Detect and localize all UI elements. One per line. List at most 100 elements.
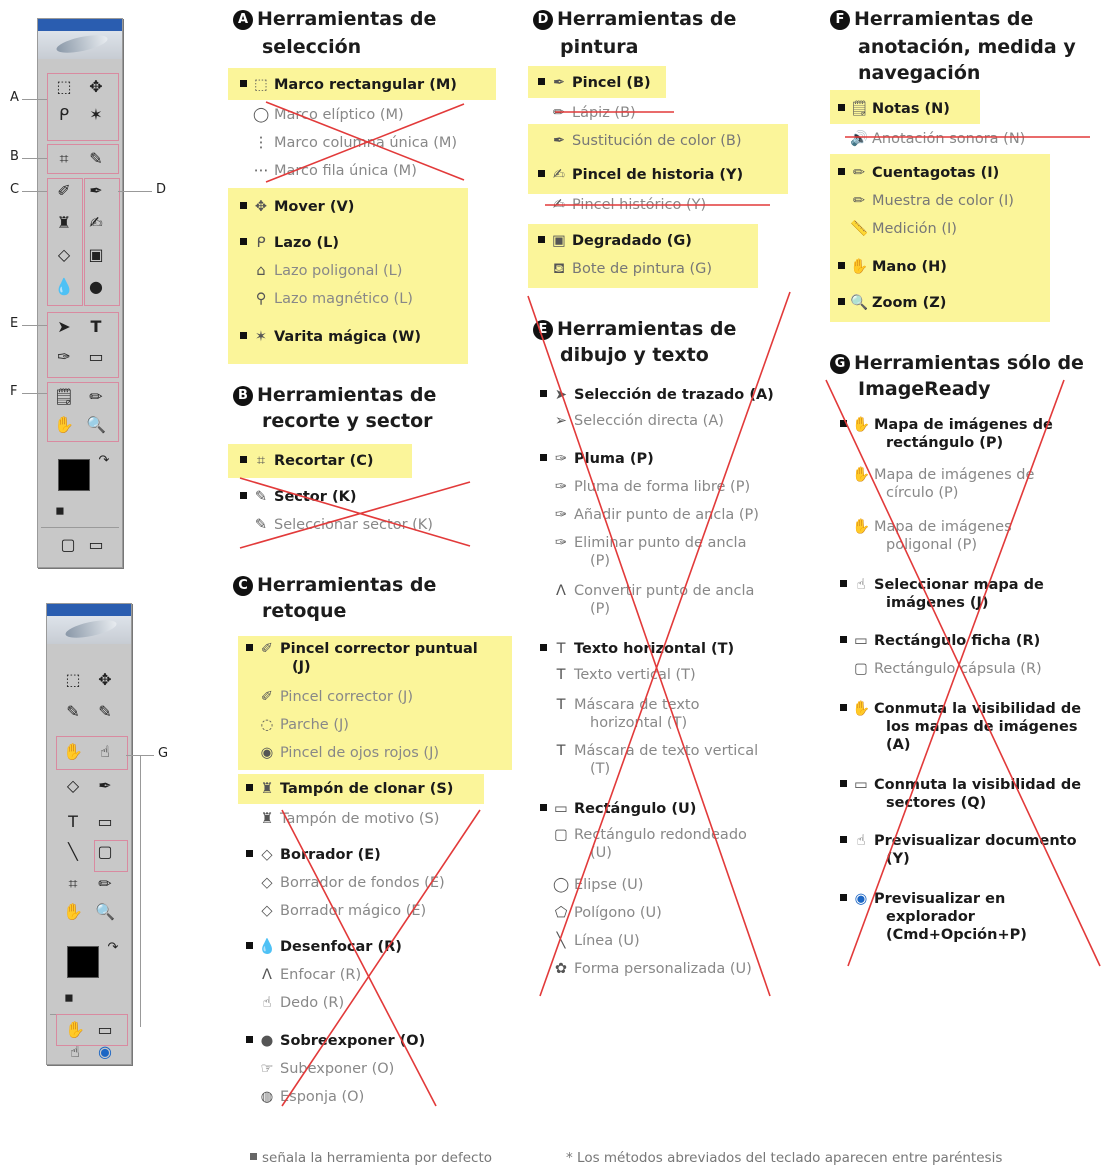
swap-colors-icon[interactable]: ↷ [90,449,118,473]
item-muestra-color[interactable]: ✏ Muestra de color (I) [838,192,1014,210]
item-sector[interactable]: ✎ Sector (K) [240,488,356,506]
item-tampon-clonar[interactable]: ♜ Tampón de clonar (S) [246,780,453,798]
item-ojos-rojos[interactable]: ◉ Pincel de ojos rojos (J) [246,744,439,762]
default-colors-icon-2[interactable]: ◼ [55,986,83,1010]
rectangle-tool-icon-2[interactable]: ▭ [91,810,119,834]
item-rectangulo[interactable]: ▭ Rectángulo (U) [540,800,696,818]
item-pluma[interactable]: ✑ Pluma (P) [540,450,654,468]
brush-tool-icon-2[interactable]: ✒ [91,774,119,798]
item-texto-horizontal[interactable]: T Texto horizontal (T) [540,640,734,658]
standard-mode-icon[interactable]: ▢ [54,533,82,557]
item-notas[interactable]: 🗒 Notas (N) [838,100,950,118]
item-lazo[interactable]: ᑭ Lazo (L) [240,234,339,252]
item-seleccionar-sector[interactable]: ✎ Seleccionar sector (K) [240,516,433,534]
badge-d: D [533,10,553,30]
item-marco-rectangular[interactable]: ⬚ Marco rectangular (M) [240,76,457,94]
item-borrador[interactable]: ◇ Borrador (E) [246,846,381,864]
type-tool-icon-2[interactable]: T [59,810,87,834]
heading-f-3: navegación [858,62,981,84]
line-tool-icon-2[interactable]: ╲ [59,840,87,864]
pill-rectangle-icon: ▢ [854,661,868,677]
default-bullet [838,298,845,305]
item-rectangulo-redondeado[interactable]: ▢ Rectángulo redondeado [540,826,747,844]
item-mapa-circulo[interactable]: ✋ Mapa de imágenes de [840,466,1034,484]
swap-colors-icon-2[interactable]: ↷ [99,936,127,960]
item-eliminar-punto[interactable]: ✑ Eliminar punto de ancla [540,534,747,552]
default-bullet [246,942,253,949]
item-convertir-punto[interactable]: ᐱ Convertir punto de ancla [540,582,754,600]
heading-c-line1: Herramientas de [257,574,437,596]
item-parche[interactable]: ◌ Parche (J) [246,716,349,734]
item-pincel-historia[interactable]: ✍ Pincel de historia (Y) [538,166,743,184]
item-desenfocar[interactable]: 💧 Desenfocar (R) [246,938,402,956]
item-marco-columna[interactable]: ⋮ Marco columna única (M) [240,134,457,152]
item-anotacion-sonora[interactable]: 🔊 Anotación sonora (N) [838,130,1025,148]
item-forma-personalizada[interactable]: ✿ Forma personalizada (U) [540,960,752,978]
item-texto-vertical[interactable]: T Texto vertical (T) [540,666,696,684]
item-recortar[interactable]: ⌗ Recortar (C) [240,452,374,470]
heading-g-line1: Herramientas sólo de [854,352,1084,374]
item-mapa-poligonal[interactable]: ✋ Mapa de imágenes [840,518,1012,536]
item-rectangulo-ficha[interactable]: ▭ Rectángulo ficha (R) [840,632,1040,650]
item-conmuta-sectores[interactable]: ▭ Conmuta la visibilidad de [840,776,1081,794]
item-pincel-corrector-puntual[interactable]: ✐ Pincel corrector puntual [246,640,478,658]
item-seleccion-trazado[interactable]: ➤ Selección de trazado (A) [540,386,774,404]
item-bote-pintura[interactable]: ⛾ Bote de pintura (G) [538,260,712,278]
item-lapiz[interactable]: ✏ Lápiz (B) [538,104,636,122]
item-lazo-poligonal[interactable]: ⌂ Lazo poligonal (L) [240,262,402,280]
item-medicion[interactable]: 📏 Medición (I) [838,220,957,238]
quick-mask-mode-icon[interactable]: ▭ [82,533,110,557]
item-pluma-forma-libre[interactable]: ✑ Pluma de forma libre (P) [540,478,750,496]
item-anadir-punto[interactable]: ✑ Añadir punto de ancla (P) [540,506,759,524]
item-previsualizar-explorador[interactable]: ◉ Previsualizar en [840,890,1005,908]
rect-image-map-icon: ✋ [852,417,871,433]
item-pincel-corrector[interactable]: ✐ Pincel corrector (J) [246,688,413,706]
item-lazo-magnetico[interactable]: ⚲ Lazo magnético (L) [240,290,413,308]
item-marco-fila[interactable]: ⋯ Marco fila única (M) [240,162,417,180]
item-poligono[interactable]: ⬠ Polígono (U) [540,904,662,922]
item-previsualizar-documento[interactable]: ☝ Previsualizar documento [840,832,1077,850]
hand-tool-icon-2[interactable]: ✋ [59,900,87,924]
item-subexponer[interactable]: ☞ Subexponer (O) [246,1060,395,1078]
item-conmuta-mapas[interactable]: ✋ Conmuta la visibilidad de [840,700,1081,718]
eraser-tool-icon-2[interactable]: ◇ [59,774,87,798]
leader-line-f [22,393,47,394]
item-mascara-texto-horizontal[interactable]: T Máscara de texto [540,696,700,714]
item-cuentagotas[interactable]: ✏ Cuentagotas (I) [838,164,999,182]
item-linea[interactable]: ╲ Línea (U) [540,932,640,950]
move-tool-icon-2[interactable]: ✥ [91,668,119,692]
item-sobreexponer[interactable]: ● Sobreexponer (O) [246,1032,425,1050]
item-dedo[interactable]: ☝ Dedo (R) [246,994,345,1012]
item-mano[interactable]: ✋ Mano (H) [838,258,947,276]
item-borrador-fondos[interactable]: ◇ Borrador de fondos (E) [246,874,444,892]
item-rectangulo-capsula[interactable]: ▢ Rectángulo cápsula (R) [840,660,1042,678]
item-marco-eliptico[interactable]: ◯ Marco elíptico (M) [240,106,404,124]
magic-wand-icon: ✶ [254,329,268,345]
item-seleccionar-mapa[interactable]: ☝ Seleccionar mapa de [840,576,1044,594]
zoom-tool-icon-2[interactable]: 🔍 [91,900,119,924]
item-degradado[interactable]: ▣ Degradado (G) [538,232,692,250]
item-borrador-magico[interactable]: ◇ Borrador mágico (E) [246,902,426,920]
eyedropper-tool-icon-2[interactable]: ✏ [91,872,119,896]
item-esponja[interactable]: ◍ Esponja (O) [246,1088,365,1106]
marquee-tool-icon-2[interactable]: ⬚ [59,668,87,692]
heading-f-line1: Herramientas de [854,8,1034,30]
item-enfocar[interactable]: Λ Enfocar (R) [246,966,361,984]
item-elipse[interactable]: ◯ Elipse (U) [540,876,644,894]
crop-tool-icon-2[interactable]: ⌗ [59,872,87,896]
slice-select-tool-icon-2[interactable]: ✎ [91,700,119,724]
item-mascara-texto-vertical[interactable]: T Máscara de texto vertical [540,742,759,760]
item-varita-magica[interactable]: ✶ Varita mágica (W) [240,328,421,346]
default-colors-icon[interactable]: ◼ [46,499,74,523]
item-pincel-historico[interactable]: ✍ Pincel histórico (Y) [538,196,706,214]
foreground-color-swatch-2[interactable] [67,946,99,978]
item-tampon-motivo[interactable]: ♜ Tampón de motivo (S) [246,810,440,828]
item-mapa-rectangulo[interactable]: ✋ Mapa de imágenes de [840,416,1053,434]
foreground-color-swatch[interactable] [58,459,90,491]
item-seleccion-directa[interactable]: ➢ Selección directa (A) [540,412,724,430]
item-zoom[interactable]: 🔍 Zoom (Z) [838,294,946,312]
item-pincel[interactable]: ✒ Pincel (B) [538,74,651,92]
item-sustitucion-color[interactable]: ✒ Sustitución de color (B) [538,132,742,150]
item-mover[interactable]: ✥ Mover (V) [240,198,354,216]
slice-tool-icon-2[interactable]: ✎ [59,700,87,724]
